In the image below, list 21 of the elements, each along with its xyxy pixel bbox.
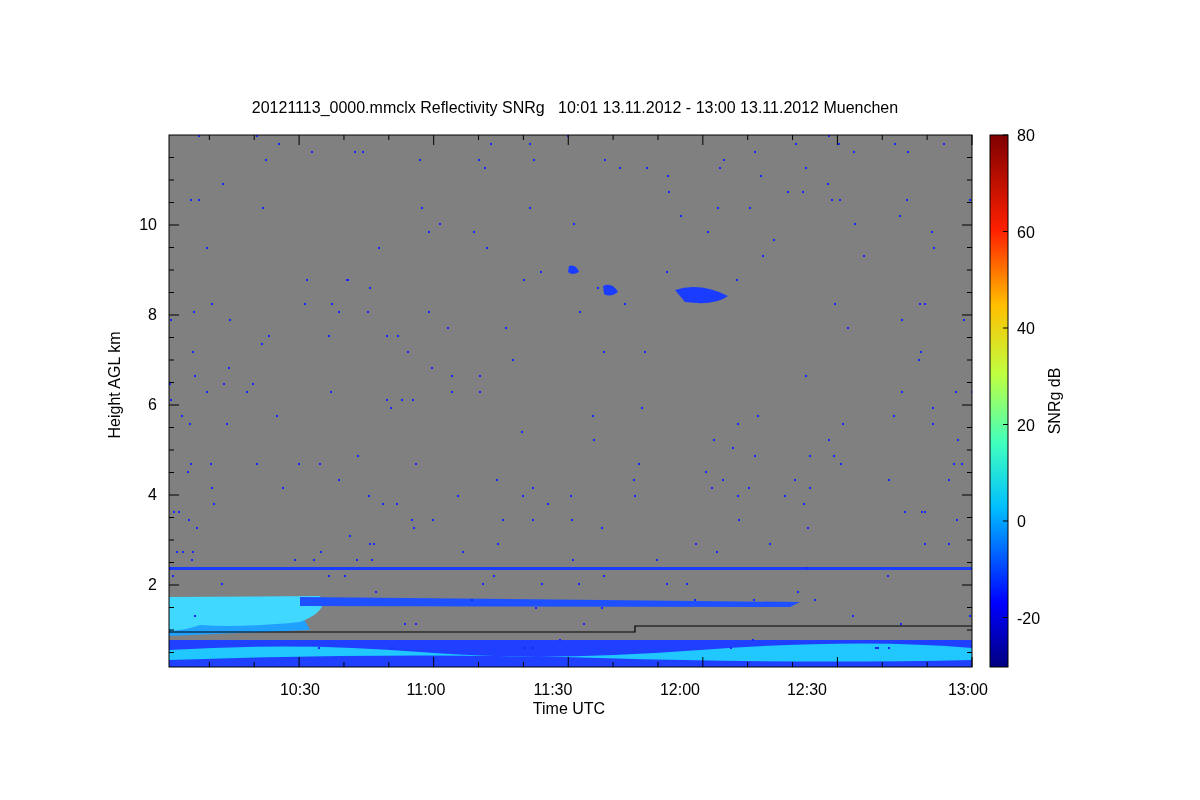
x-axis-label: Time UTC	[532, 700, 606, 717]
x-tick-label: 13:00	[948, 681, 988, 698]
colorbar-tick-label: 0	[1017, 513, 1026, 530]
x-tick-label: 12:00	[660, 681, 700, 698]
colorbar-tick-label: 60	[1017, 223, 1035, 241]
chart-title: 20121113_0000.mmclx Reflectivity SNRg 10:01 13.11.2012 - 13:00 13.11.2012 Muenchen	[251, 99, 899, 116]
y-tick-label: 8	[148, 306, 157, 323]
x-tick-label: 11:00	[406, 681, 446, 698]
y-axis-label: Height AGL km	[106, 331, 123, 439]
x-tick-label: 12:30	[787, 681, 827, 698]
colorbar-tick-label: -20	[1017, 609, 1041, 627]
colorbar-tick-label: 80	[1017, 127, 1035, 144]
colorbar-tick-label: 20	[1017, 416, 1035, 434]
y-tick-label: 10	[139, 216, 157, 233]
x-tick-label: 10:30	[280, 681, 320, 698]
y-tick-label: 4	[148, 486, 157, 503]
colorbar-label: SNRg dB	[1046, 367, 1063, 435]
y-tick-label: 6	[148, 396, 157, 413]
x-tick-label: 11:30	[533, 681, 573, 698]
y-tick-label: 2	[148, 576, 157, 593]
colorbar-tick-label: 40	[1017, 320, 1035, 337]
